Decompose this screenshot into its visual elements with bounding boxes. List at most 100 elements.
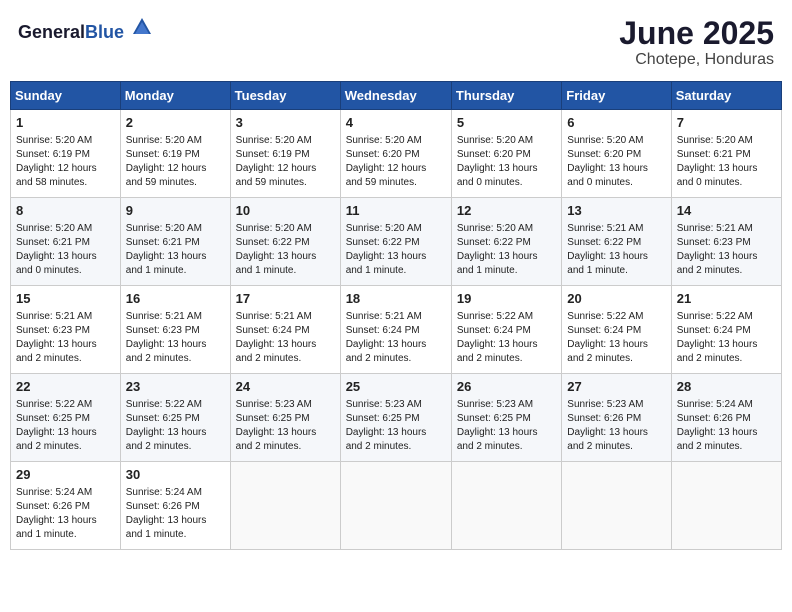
table-row: 16Sunrise: 5:21 AMSunset: 6:23 PMDayligh… — [120, 286, 230, 374]
day-info: Sunset: 6:23 PM — [16, 324, 115, 338]
table-row: 26Sunrise: 5:23 AMSunset: 6:25 PMDayligh… — [451, 374, 561, 462]
table-row: 2Sunrise: 5:20 AMSunset: 6:19 PMDaylight… — [120, 110, 230, 198]
day-info: Sunset: 6:25 PM — [16, 412, 115, 426]
day-number: 8 — [16, 202, 115, 220]
day-info: and 1 minute. — [567, 264, 665, 278]
day-number: 2 — [126, 114, 225, 132]
table-row: 4Sunrise: 5:20 AMSunset: 6:20 PMDaylight… — [340, 110, 451, 198]
day-info: and 2 minutes. — [16, 352, 115, 366]
day-info: Sunrise: 5:21 AM — [126, 310, 225, 324]
table-row: 5Sunrise: 5:20 AMSunset: 6:20 PMDaylight… — [451, 110, 561, 198]
day-info: Daylight: 13 hours — [126, 338, 225, 352]
table-row: 18 Sunrise: 5:21 AMSunset: 6:24 PMDayligh… — [340, 286, 451, 374]
day-info: and 1 minute. — [236, 264, 335, 278]
day-info: Sunrise: 5:21 AM — [677, 222, 776, 236]
table-row — [340, 462, 451, 550]
day-info: Sunrise: 5:22 AM — [457, 310, 556, 324]
table-row: 9Sunrise: 5:20 AMSunset: 6:21 PMDaylight… — [120, 198, 230, 286]
day-number: 28 — [677, 378, 776, 396]
day-number: 14 — [677, 202, 776, 220]
day-info: Daylight: 13 hours — [346, 338, 446, 352]
day-info: Daylight: 13 hours — [16, 514, 115, 528]
day-number: 29 — [16, 466, 115, 484]
day-info: Sunset: 6:20 PM — [567, 148, 665, 162]
calendar-week-row: 1Sunrise: 5:20 AMSunset: 6:19 PMDaylight… — [11, 110, 782, 198]
day-info: Sunset: 6:24 PM — [677, 324, 776, 338]
col-friday: Friday — [562, 82, 671, 110]
day-info: Daylight: 13 hours — [16, 338, 115, 352]
day-info: Sunrise: 5:20 AM — [346, 134, 446, 148]
col-wednesday: Wednesday — [340, 82, 451, 110]
day-number: 4 — [346, 114, 446, 132]
table-row: 21Sunrise: 5:22 AMSunset: 6:24 PMDayligh… — [671, 286, 781, 374]
day-info: Sunrise: 5:24 AM — [16, 486, 115, 500]
day-info: Sunset: 6:20 PM — [346, 148, 446, 162]
day-info: Sunset: 6:25 PM — [236, 412, 335, 426]
day-info: Daylight: 13 hours — [677, 426, 776, 440]
calendar-week-row: 8Sunrise: 5:20 AMSunset: 6:21 PMDaylight… — [11, 198, 782, 286]
table-row — [451, 462, 561, 550]
calendar-week-row: 22Sunrise: 5:22 AMSunset: 6:25 PMDayligh… — [11, 374, 782, 462]
day-info: Sunrise: 5:21 AM — [567, 222, 665, 236]
day-info: Sunset: 6:24 PM — [346, 324, 446, 338]
day-info: and 2 minutes. — [236, 440, 335, 454]
day-number: 21 — [677, 290, 776, 308]
col-sunday: Sunday — [11, 82, 121, 110]
day-info: and 0 minutes. — [457, 176, 556, 190]
col-tuesday: Tuesday — [230, 82, 340, 110]
day-number: 17 — [236, 290, 335, 308]
day-info: Sunset: 6:22 PM — [236, 236, 335, 250]
day-info: Sunrise: 5:24 AM — [126, 486, 225, 500]
day-info: Sunset: 6:25 PM — [126, 412, 225, 426]
day-info: and 0 minutes. — [677, 176, 776, 190]
table-row: 7Sunrise: 5:20 AMSunset: 6:21 PMDaylight… — [671, 110, 781, 198]
col-thursday: Thursday — [451, 82, 561, 110]
table-row: 3Sunrise: 5:20 AMSunset: 6:19 PMDaylight… — [230, 110, 340, 198]
table-row: 6Sunrise: 5:20 AMSunset: 6:20 PMDaylight… — [562, 110, 671, 198]
day-info: Sunrise: 5:21 AM — [236, 310, 335, 324]
day-info: Daylight: 13 hours — [126, 250, 225, 264]
col-monday: Monday — [120, 82, 230, 110]
day-info: Sunrise: 5:20 AM — [16, 222, 115, 236]
day-info: and 2 minutes. — [126, 440, 225, 454]
day-info: Daylight: 13 hours — [567, 250, 665, 264]
calendar-table: Sunday Monday Tuesday Wednesday Thursday… — [10, 81, 782, 550]
day-info: Daylight: 12 hours — [236, 162, 335, 176]
title-block: June 2025 Chotepe, Honduras — [619, 16, 774, 69]
day-info: Sunrise: 5:20 AM — [236, 222, 335, 236]
day-info: and 59 minutes. — [346, 176, 446, 190]
day-info: Sunrise: 5:20 AM — [16, 134, 115, 148]
calendar-week-row: 29Sunrise: 5:24 AMSunset: 6:26 PMDayligh… — [11, 462, 782, 550]
day-number: 23 — [126, 378, 225, 396]
day-number: 15 — [16, 290, 115, 308]
day-number: 5 — [457, 114, 556, 132]
day-number: 18 — [346, 290, 446, 308]
table-row — [671, 462, 781, 550]
table-row: 29 Sunrise: 5:24 AMSunset: 6:26 PMDayligh… — [11, 462, 121, 550]
day-number: 27 — [567, 378, 665, 396]
day-info: and 0 minutes. — [567, 176, 665, 190]
day-info: Sunset: 6:21 PM — [126, 236, 225, 250]
day-info: Sunset: 6:24 PM — [457, 324, 556, 338]
day-info: Sunset: 6:26 PM — [567, 412, 665, 426]
table-row: 15Sunrise: 5:21 AMSunset: 6:23 PMDayligh… — [11, 286, 121, 374]
day-info: Sunrise: 5:22 AM — [16, 398, 115, 412]
day-info: and 2 minutes. — [457, 440, 556, 454]
day-info: Sunrise: 5:23 AM — [236, 398, 335, 412]
month-title: June 2025 — [619, 16, 774, 51]
table-row: 17Sunrise: 5:21 AMSunset: 6:24 PMDayligh… — [230, 286, 340, 374]
day-info: and 2 minutes. — [346, 440, 446, 454]
day-info: Sunrise: 5:20 AM — [677, 134, 776, 148]
day-info: and 1 minute. — [126, 264, 225, 278]
day-info: Daylight: 13 hours — [236, 426, 335, 440]
location-title: Chotepe, Honduras — [619, 51, 774, 69]
day-info: and 1 minute. — [126, 528, 225, 542]
day-info: and 2 minutes. — [346, 352, 446, 366]
day-info: Daylight: 12 hours — [126, 162, 225, 176]
day-number: 22 — [16, 378, 115, 396]
day-info: Sunrise: 5:23 AM — [346, 398, 446, 412]
day-info: Sunset: 6:26 PM — [16, 500, 115, 514]
table-row: 13Sunrise: 5:21 AMSunset: 6:22 PMDayligh… — [562, 198, 671, 286]
day-info: Sunrise: 5:21 AM — [346, 310, 446, 324]
table-row: 12Sunrise: 5:20 AMSunset: 6:22 PMDayligh… — [451, 198, 561, 286]
